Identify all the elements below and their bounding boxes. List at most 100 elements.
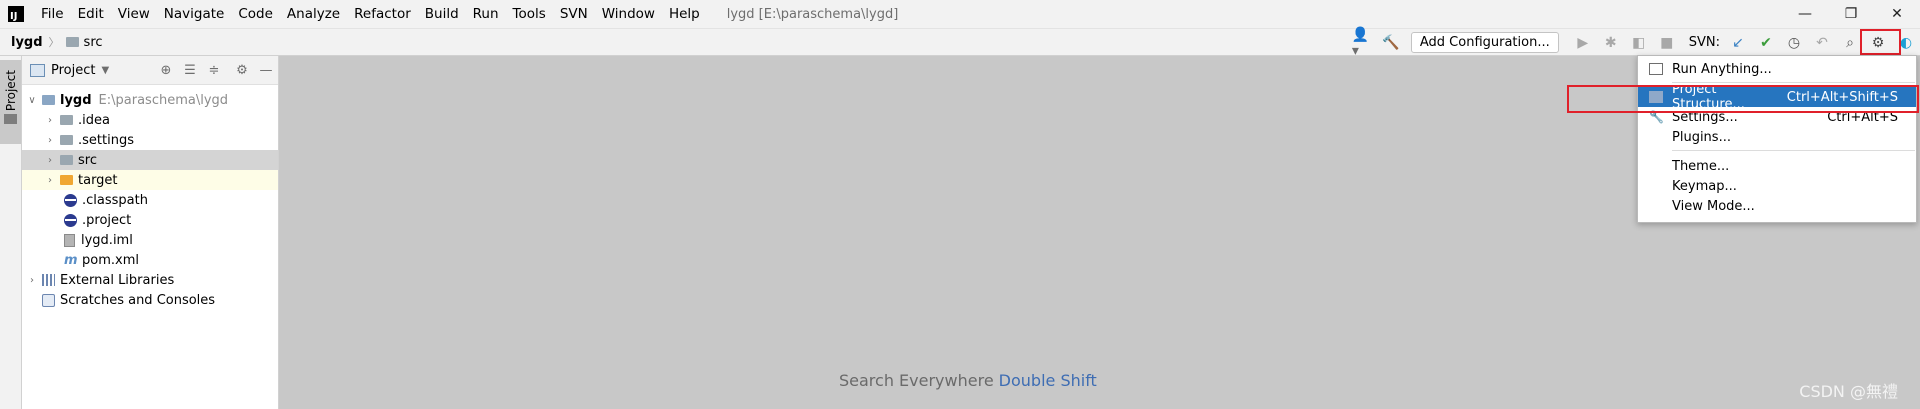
iml-file-icon	[64, 233, 75, 247]
eclipse-file-icon	[64, 213, 77, 227]
tree-row-project[interactable]: .project	[22, 210, 278, 230]
menu-analyze[interactable]: Analyze	[280, 6, 347, 22]
tree-row-scratches[interactable]: Scratches and Consoles	[22, 290, 278, 310]
stop-icon[interactable]: ■	[1656, 32, 1678, 54]
tree-item-label: .settings	[78, 132, 134, 148]
tree-row-external-libraries[interactable]: › External Libraries	[22, 270, 278, 290]
add-configuration-button[interactable]: Add Configuration...	[1410, 32, 1559, 53]
menu-item-label: Plugins...	[1672, 129, 1731, 145]
tree-item-label: .classpath	[82, 192, 148, 208]
project-panel-title: Project	[51, 62, 96, 78]
chevron-right-icon[interactable]: ›	[44, 115, 56, 126]
user-icon[interactable]: 👤▾	[1352, 27, 1374, 59]
tree-row-settings[interactable]: › .settings	[22, 130, 278, 150]
menu-help[interactable]: Help	[662, 6, 707, 22]
svn-update-icon[interactable]: ↙	[1727, 32, 1749, 54]
revert-icon[interactable]: ↶	[1811, 32, 1833, 54]
hint-shortcut: Double Shift	[998, 371, 1097, 390]
svn-label: SVN:	[1688, 35, 1720, 50]
menu-build[interactable]: Build	[418, 6, 466, 22]
blank-icon	[1649, 131, 1663, 143]
menu-file[interactable]: File	[34, 6, 71, 22]
toolbar: 👤▾ 🔨 Add Configuration... ▶ ✱ ◧ ■ SVN: ↙…	[1349, 27, 1920, 59]
svn-commit-icon[interactable]: ✔	[1755, 32, 1777, 54]
tree-item-label: External Libraries	[60, 272, 175, 288]
chevron-right-icon[interactable]: ›	[44, 155, 56, 166]
close-button[interactable]: ✕	[1874, 0, 1920, 28]
menu-code[interactable]: Code	[231, 6, 280, 22]
tree-item-label: lygd.iml	[81, 232, 133, 248]
project-structure-highlight-frame	[1567, 85, 1919, 113]
menu-item-keymap[interactable]: Keymap...	[1638, 176, 1916, 196]
breadcrumb-root[interactable]: lygd	[11, 35, 43, 50]
folder-icon	[65, 37, 79, 47]
gear-icon[interactable]: ⚙	[232, 63, 252, 78]
tree-row-target[interactable]: › target	[22, 170, 278, 190]
menu-item-view-mode[interactable]: View Mode...	[1638, 196, 1916, 216]
window-controls: — ❐ ✕	[1782, 0, 1920, 28]
chevron-right-icon[interactable]: ›	[44, 135, 56, 146]
breadcrumb-src[interactable]: src	[84, 35, 103, 50]
tree-row-classpath[interactable]: .classpath	[22, 190, 278, 210]
tree-item-label: Scratches and Consoles	[60, 292, 216, 308]
chevron-right-icon[interactable]: ›	[44, 175, 56, 186]
blank-icon	[1649, 160, 1663, 172]
tree-item-label: target	[78, 172, 118, 188]
menu-item-plugins[interactable]: Plugins...	[1638, 127, 1916, 147]
project-tool-window: Project ▼ ⊕ ☰ ≑ ⚙ — ∨ lygd E:\paraschema…	[22, 56, 279, 409]
menu-tools[interactable]: Tools	[506, 6, 553, 22]
tree-item-label: .idea	[78, 112, 110, 128]
stripe-project-label: Project	[4, 70, 18, 112]
menu-item-run-anything[interactable]: Run Anything...	[1638, 59, 1916, 79]
collapse-all-icon[interactable]: ≑	[204, 63, 224, 78]
settings-dropdown-menu: Run Anything... Project Structure... Ctr…	[1637, 55, 1917, 223]
gear-highlight-frame	[1860, 29, 1901, 55]
main-menu: File Edit View Navigate Code Analyze Ref…	[34, 6, 707, 22]
menu-item-theme[interactable]: Theme...	[1638, 156, 1916, 176]
run-icon[interactable]: ▶	[1572, 32, 1594, 54]
stripe-tab-project[interactable]: Project	[0, 60, 21, 144]
menu-item-label: Keymap...	[1672, 178, 1737, 194]
menu-view[interactable]: View	[111, 6, 157, 22]
build-hammer-icon[interactable]: 🔨	[1380, 32, 1402, 54]
intellij-logo-icon: IJ	[8, 6, 24, 22]
run-anything-icon	[1649, 63, 1663, 75]
menu-refactor[interactable]: Refactor	[347, 6, 418, 22]
hide-icon[interactable]: —	[256, 63, 276, 78]
debug-icon[interactable]: ✱	[1600, 32, 1622, 54]
folder-icon	[60, 155, 73, 165]
history-icon[interactable]: ◷	[1783, 32, 1805, 54]
tree-row-iml[interactable]: lygd.iml	[22, 230, 278, 250]
restore-button[interactable]: ❐	[1828, 0, 1874, 28]
menu-navigate[interactable]: Navigate	[157, 6, 232, 22]
breadcrumb: lygd 〉 src	[0, 34, 103, 50]
coverage-icon[interactable]: ◧	[1628, 32, 1650, 54]
menu-item-label: Theme...	[1672, 158, 1730, 174]
watermark: CSDN @無禮	[1799, 382, 1898, 401]
menu-window[interactable]: Window	[595, 6, 662, 22]
tree-item-label: pom.xml	[82, 252, 139, 268]
minimize-button[interactable]: —	[1782, 0, 1828, 28]
menu-separator	[1672, 150, 1915, 151]
blank-icon	[1649, 200, 1663, 212]
menu-svn[interactable]: SVN	[553, 6, 595, 22]
menu-item-label: Run Anything...	[1672, 61, 1772, 77]
expand-all-icon[interactable]: ☰	[180, 63, 200, 78]
menu-run[interactable]: Run	[466, 6, 506, 22]
project-view-selector[interactable]: Project ▼	[30, 63, 109, 78]
locate-icon[interactable]: ⊕	[156, 63, 176, 78]
tree-root-name: lygd	[60, 92, 92, 108]
tree-row-src[interactable]: › src	[22, 150, 278, 170]
tree-row-root[interactable]: ∨ lygd E:\paraschema\lygd	[22, 90, 278, 110]
tree-row-pom[interactable]: m pom.xml	[22, 250, 278, 270]
chevron-down-icon[interactable]: ∨	[26, 95, 38, 106]
tree-root-path: E:\paraschema\lygd	[98, 92, 229, 108]
left-tool-stripe: Project	[0, 56, 22, 409]
tree-item-label: src	[78, 152, 97, 168]
library-icon	[42, 274, 55, 286]
menu-edit[interactable]: Edit	[71, 6, 111, 22]
chevron-right-icon[interactable]: ›	[26, 275, 38, 286]
chevron-down-icon: ▼	[101, 64, 110, 76]
tree-row-idea[interactable]: › .idea	[22, 110, 278, 130]
search-icon[interactable]: ⌕	[1839, 32, 1861, 54]
